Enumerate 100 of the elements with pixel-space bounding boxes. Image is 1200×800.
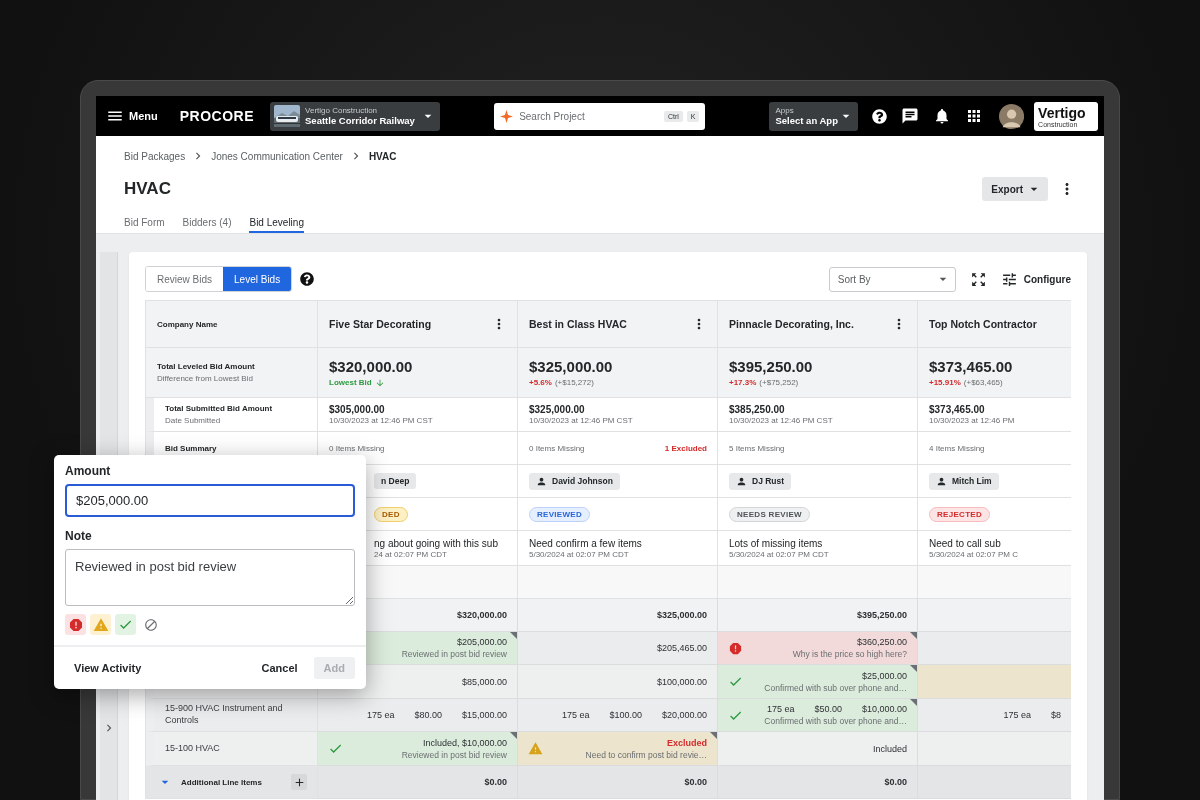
line-item-cell[interactable]: Included, $10,000.00 Reviewed in post bid review: [318, 732, 518, 766]
bid-note: Need to call sub: [929, 537, 1002, 549]
company-name: Vertigo Construction: [305, 105, 379, 115]
cancel-button[interactable]: Cancel: [261, 662, 298, 674]
items-missing: 0 Items Missing: [529, 444, 585, 453]
menu-button[interactable]: Menu: [106, 107, 158, 125]
amount-text: Included: [872, 743, 907, 754]
items-missing: 4 Items Missing: [929, 444, 985, 453]
help-icon[interactable]: [871, 108, 887, 124]
line-item-cell[interactable]: $360,250.00 Why is the price so high here?: [718, 632, 918, 665]
amount-text: $25,000.00: [861, 670, 907, 681]
breadcrumb-link[interactable]: Bid Packages: [124, 150, 186, 162]
tab[interactable]: Bid Form: [124, 213, 165, 233]
row-label: Company Name: [157, 319, 219, 329]
amount-field[interactable]: $205,000.00: [65, 484, 355, 517]
apps-label: Apps: [775, 105, 795, 115]
add-line-button[interactable]: [291, 774, 307, 790]
date-submitted: 10/30/2023 at 12:46 PM: [929, 416, 1016, 425]
tab[interactable]: Bidders (4): [182, 213, 232, 233]
row-sublabel: Difference from Lowest Bid: [157, 374, 254, 383]
amount-text: $320,000.00: [456, 610, 507, 620]
difference-amount: (+$15,272): [554, 378, 594, 387]
leveled-amount: $395,250.00: [729, 358, 814, 375]
difference-amount: (+$75,252): [759, 378, 799, 387]
leveled-amount: $320,000.00: [329, 357, 414, 375]
note-label: Note: [65, 529, 93, 543]
company-name: Best in Class HVAC: [529, 318, 627, 330]
export-button[interactable]: Export: [982, 177, 1048, 201]
line-item-label: 15-100 HVAC: [165, 742, 221, 755]
amount-text: $205,465.00: [656, 643, 707, 653]
status-badge: REVIEWED: [529, 506, 591, 522]
status-badge: REJECTED: [929, 506, 991, 522]
date-submitted: 10/30/2023 at 12:46 PM CST: [329, 416, 434, 425]
contact-chip[interactable]: DJ Rust: [729, 472, 792, 490]
help-icon[interactable]: [300, 272, 315, 286]
logo: PROCORE: [179, 108, 255, 124]
amount-text: 175 ea: [766, 704, 795, 714]
line-item-cell[interactable]: 175 ea $50.00 $10,000.00 Confirmed with sub over phone and…: [718, 699, 918, 732]
date-submitted: 10/30/2023 at 12:46 PM CST: [729, 416, 834, 425]
person-icon: [936, 475, 947, 487]
project-selector[interactable]: Vertigo Construction Seattle Corridor Railway: [270, 101, 441, 131]
company-name: Five Star Decorating: [329, 318, 432, 330]
contact-chip[interactable]: Mitch Lim: [929, 472, 999, 490]
amount-text: 175 ea: [366, 710, 395, 720]
apps-value: Select an App: [775, 114, 838, 127]
amount-text: $325,000.00: [656, 610, 707, 620]
warning-icon: [528, 741, 543, 756]
note-date: 5/30/2024 at 02:07 PM C: [929, 549, 1019, 559]
items-missing: 5 Items Missing: [729, 444, 785, 453]
breadcrumb-link[interactable]: Jones Communication Center: [211, 150, 343, 162]
line-item-cell[interactable]: $25,000.00 Confirmed with sub over phone and…: [718, 665, 918, 699]
line-item-cell[interactable]: Excluded Need to confirm post bid revie…: [518, 732, 718, 766]
excluded-count: 1 Excluded: [664, 443, 707, 453]
amount-text: 175 ea: [1003, 710, 1031, 720]
submitted-amount: $305,000.00: [329, 404, 386, 415]
fullscreen-icon[interactable]: [969, 270, 987, 288]
contact-chip[interactable]: David Johnson: [529, 472, 620, 490]
note-field[interactable]: Reviewed in post bid review: [65, 549, 355, 606]
error-icon: [728, 640, 743, 656]
amount-text: $0.00: [484, 777, 507, 787]
sparkle-icon: [500, 109, 514, 123]
ban-icon: [143, 617, 158, 632]
amount-text: $0.00: [684, 777, 707, 787]
amount-text: $80.00: [414, 710, 442, 720]
brand-name: Vertigo: [1038, 104, 1087, 121]
line-item-cell[interactable]: [918, 665, 1071, 699]
row-sublabel: Date Submitted: [165, 416, 222, 425]
amount-text: $205,000.00: [456, 637, 507, 647]
sort-select[interactable]: Sort By: [828, 266, 956, 292]
bid-note: Lots of missing items: [729, 537, 824, 549]
page-title: HVAC: [124, 179, 172, 199]
amount-text: $85,000.00: [461, 676, 507, 687]
submitted-amount: $325,000.00: [529, 404, 586, 415]
configure-button[interactable]: Configure: [1000, 270, 1071, 288]
error-status-button[interactable]: [65, 614, 86, 635]
view-toggle-button[interactable]: Level Bids: [223, 267, 292, 291]
leveled-amount: $325,000.00: [529, 358, 614, 375]
cell-note: Need to confirm post bid revie…: [585, 749, 707, 760]
difference-percent: +17.3%: [729, 378, 757, 387]
amount-text: $100.00: [609, 710, 642, 720]
amount-text: $395,250.00: [856, 610, 907, 620]
person-icon: [736, 475, 747, 487]
section-label: Additional Line Items: [181, 777, 263, 787]
cell-note: Reviewed in post bid review: [401, 749, 507, 760]
check-status-button[interactable]: [115, 614, 136, 635]
apps-selector[interactable]: Apps Select an App: [769, 101, 858, 131]
warning-icon: [92, 616, 109, 633]
contact-chip[interactable]: n Deep: [374, 473, 417, 489]
amount-text: $10,000.00: [861, 704, 907, 714]
row-label: Total Submitted Bid Amount: [165, 404, 274, 413]
amount-text: 175 ea: [561, 710, 590, 720]
difference-amount: (+$63,465): [963, 378, 1003, 387]
breadcrumb-link[interactable]: HVAC: [368, 150, 397, 162]
avatar[interactable]: [998, 102, 1025, 130]
company-name: Pinnacle Decorating, Inc.: [729, 318, 854, 330]
chat-icon[interactable]: [900, 107, 919, 125]
view-activity-button[interactable]: View Activity: [74, 662, 142, 674]
date-submitted: 10/30/2023 at 12:46 PM CST: [529, 416, 634, 425]
amount-text: $8: [1051, 710, 1061, 720]
error-icon: [67, 616, 84, 633]
